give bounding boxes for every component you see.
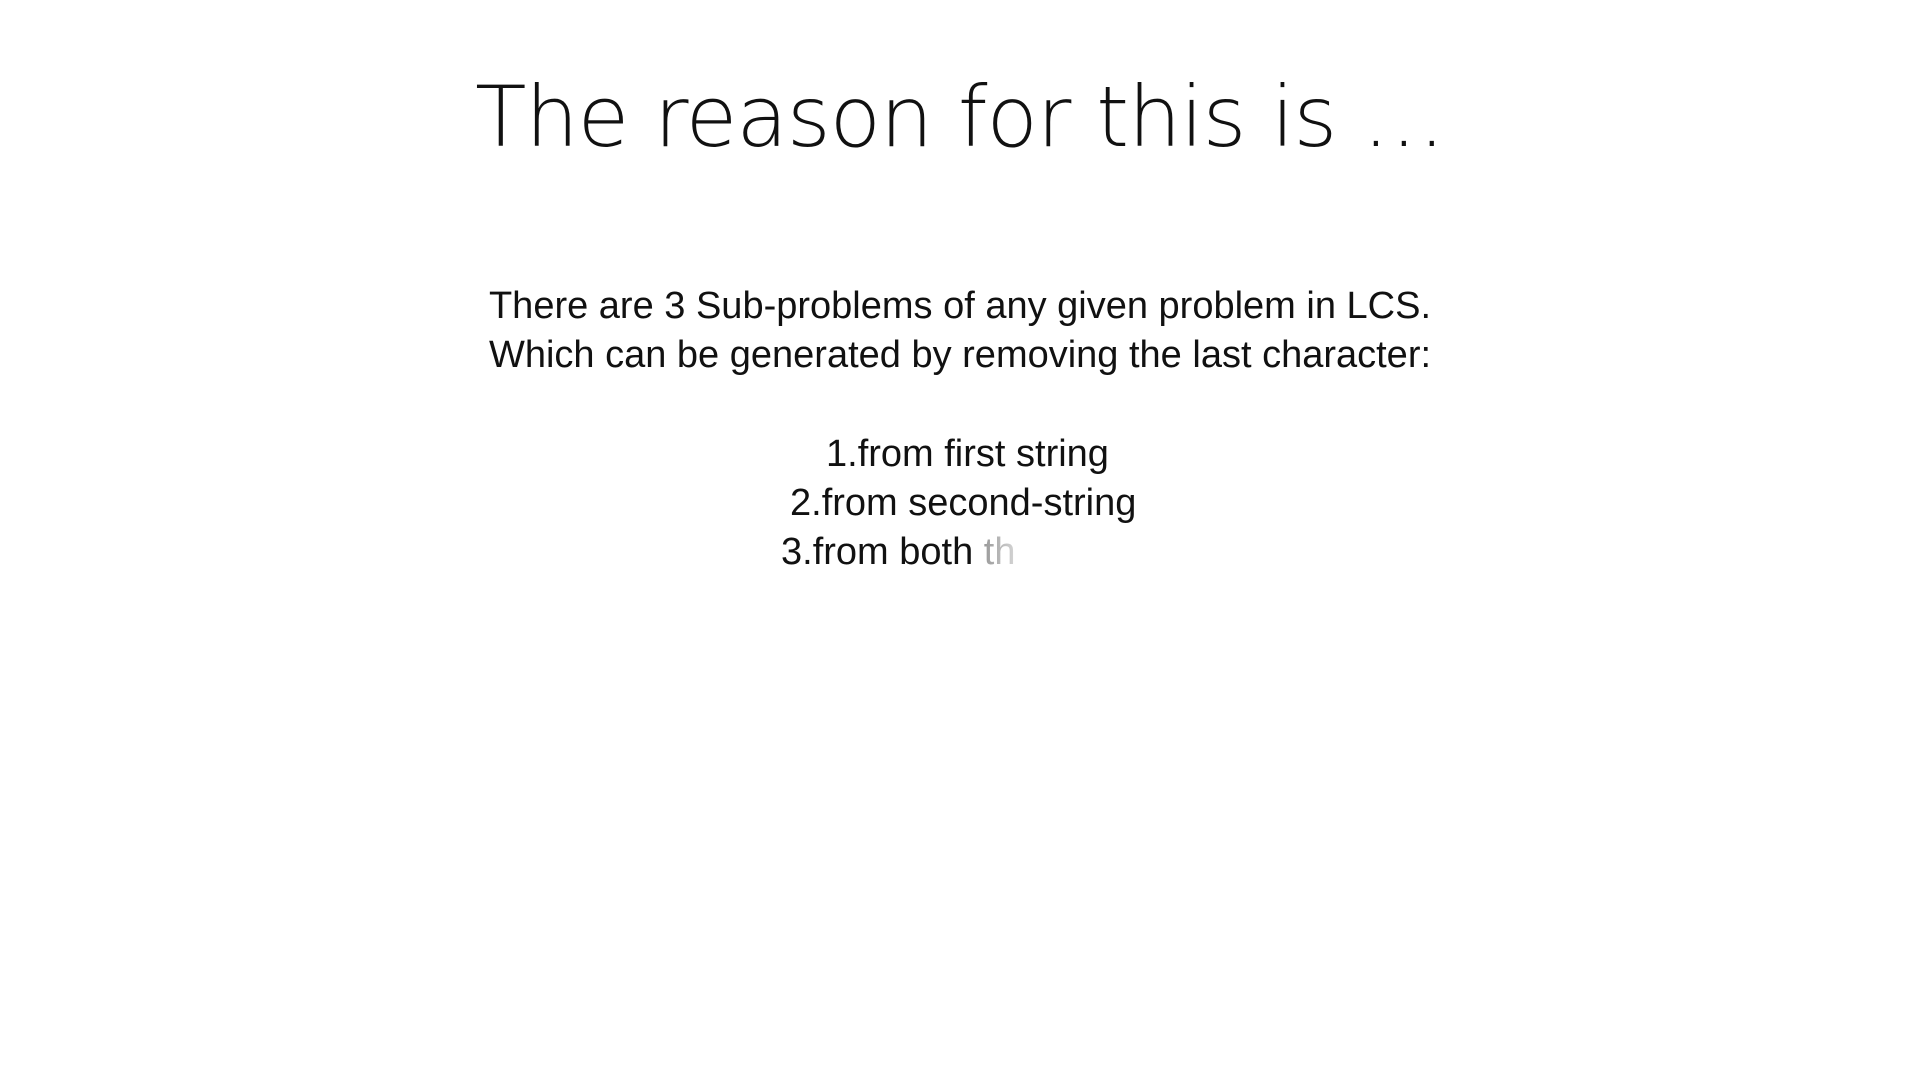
list-item-3-text: 3.from both bbox=[781, 531, 984, 573]
paragraph-line-2: Which can be generated by removing the l… bbox=[488, 334, 1432, 376]
list-item-3-fading-text: th bbox=[983, 531, 1016, 573]
list-item-3: 3.from both th bbox=[781, 528, 1015, 577]
slide: The reason for this is … There are 3 Sub… bbox=[0, 0, 1920, 1088]
paragraph-line-1: There are 3 Sub-problems of any given pr… bbox=[488, 285, 1432, 327]
slide-title: The reason for this is … bbox=[475, 68, 1446, 166]
slide-paragraph: There are 3 Sub-problems of any given pr… bbox=[0, 282, 1920, 380]
list-item-2: 2.from second-string bbox=[790, 482, 1137, 524]
list-item-1: 1.from first string bbox=[826, 433, 1109, 475]
